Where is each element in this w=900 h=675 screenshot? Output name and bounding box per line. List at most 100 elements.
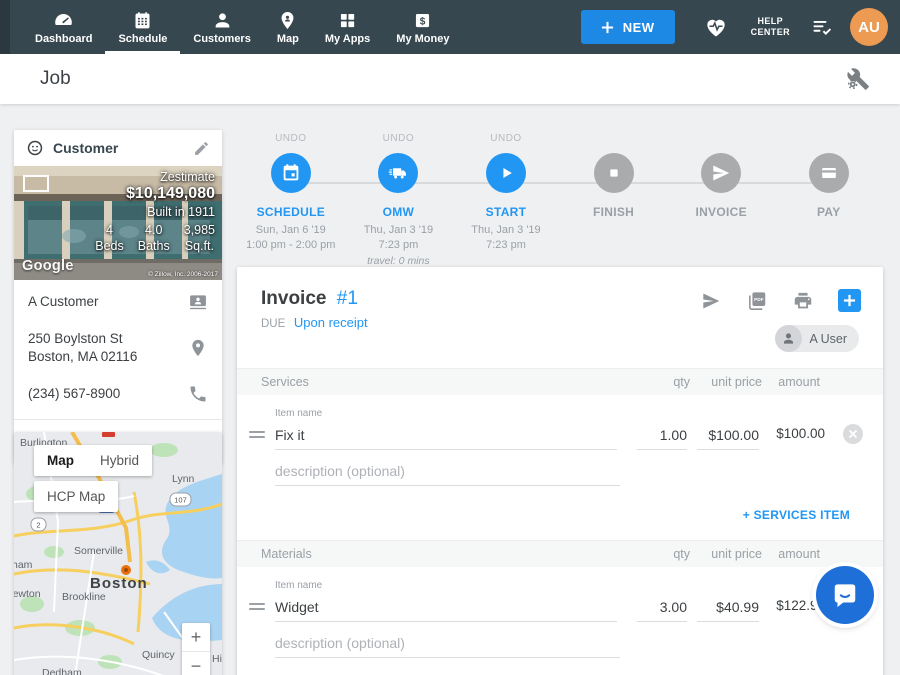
- dashboard-icon: [53, 10, 74, 31]
- hybrid-view-button[interactable]: Hybrid: [87, 445, 152, 476]
- phone-icon[interactable]: [188, 384, 208, 404]
- credit-card-icon: [818, 162, 840, 184]
- address-line1: 250 Boylston St: [28, 331, 123, 346]
- send-icon: [710, 162, 732, 184]
- omw-date: Thu, Jan 3 '19: [364, 224, 433, 236]
- drag-handle-icon[interactable]: [249, 603, 265, 610]
- help-center-link[interactable]: HELP CENTER: [751, 16, 790, 39]
- nav-label-customers: Customers: [193, 33, 250, 45]
- property-photo[interactable]: Zestimate $10,149,080 Built in 1911 4Bed…: [14, 166, 222, 280]
- print-icon[interactable]: [792, 290, 814, 312]
- finish-step-label: FINISH: [593, 205, 634, 219]
- new-button[interactable]: NEW: [581, 10, 675, 44]
- map-type-toggle: Map Hybrid: [34, 445, 152, 476]
- due-value-link[interactable]: Upon receipt: [294, 315, 368, 330]
- plus-icon: [601, 21, 614, 34]
- map-label-newton: Newton: [14, 588, 41, 600]
- zoom-in-button[interactable]: +: [182, 623, 210, 651]
- address-line2: Boston, MA 02116: [28, 349, 137, 364]
- material-qty-input[interactable]: [637, 596, 687, 622]
- edit-customer-icon[interactable]: [193, 140, 210, 157]
- timeline-step-finish: FINISH: [560, 133, 668, 267]
- money-icon: $: [412, 10, 433, 31]
- nav-item-my-money[interactable]: $ My Money: [383, 0, 462, 54]
- page-title: Job: [40, 68, 71, 90]
- undo-omw-button[interactable]: UNDO: [383, 133, 414, 145]
- hcp-map-button[interactable]: HCP Map: [34, 481, 118, 512]
- finish-step-button[interactable]: [594, 153, 634, 193]
- service-name-input[interactable]: [275, 424, 617, 450]
- contact-card-icon[interactable]: [188, 292, 208, 312]
- customer-phone-row: (234) 567-8900: [14, 375, 222, 417]
- assigned-user-chip[interactable]: A User: [775, 325, 859, 352]
- nav-label-schedule: Schedule: [118, 33, 167, 45]
- service-unit-price-input[interactable]: [697, 424, 759, 450]
- service-qty-input[interactable]: [637, 424, 687, 450]
- photo-frame-icon: [23, 175, 49, 192]
- customer-name-row: A Customer: [14, 280, 222, 321]
- timeline-step-start: UNDO START Thu, Jan 3 '197:23 pm: [452, 133, 560, 267]
- add-invoice-item-button[interactable]: [838, 289, 861, 312]
- add-services-row: + SERVICES ITEM: [237, 486, 883, 540]
- plus-icon: [843, 294, 856, 307]
- schedule-step-button[interactable]: [271, 153, 311, 193]
- material-description-input[interactable]: [275, 632, 620, 658]
- chat-widget-button[interactable]: [816, 566, 874, 624]
- service-amount: $100.00: [767, 426, 825, 441]
- materials-section-header: Materials qty unit price amount: [237, 540, 883, 567]
- nav-item-customers[interactable]: Customers: [180, 0, 263, 54]
- service-description-input[interactable]: [275, 460, 620, 486]
- map-view-button[interactable]: Map: [34, 445, 87, 476]
- amount-column-header: amount: [762, 547, 820, 561]
- nav-label-my-apps: My Apps: [325, 33, 370, 45]
- map-label-boston: Boston: [90, 575, 148, 592]
- chat-bubble-icon: [830, 580, 860, 610]
- material-unit-price-input[interactable]: [697, 596, 759, 622]
- undo-schedule-button[interactable]: UNDO: [275, 133, 306, 145]
- route-107-shield: 107: [174, 496, 187, 505]
- map-label-dedham: Dedham: [42, 667, 82, 675]
- invoice-actions: PDF: [700, 289, 861, 312]
- invoice-step-button[interactable]: [701, 153, 741, 193]
- assigned-user-name: A User: [809, 332, 847, 346]
- invoice-header: Invoice #1 DUE Upon receipt PDF: [237, 267, 883, 368]
- amount-column-header: amount: [762, 375, 820, 389]
- health-heart-icon[interactable]: [703, 14, 729, 40]
- add-services-item-link[interactable]: + SERVICES ITEM: [743, 508, 850, 522]
- nav-label-my-money: My Money: [396, 33, 449, 45]
- nav-item-dashboard[interactable]: Dashboard: [22, 0, 105, 54]
- start-step-button[interactable]: [486, 153, 526, 193]
- drag-handle-icon[interactable]: [249, 431, 265, 438]
- checklist-icon[interactable]: [810, 15, 834, 39]
- user-avatar[interactable]: AU: [850, 8, 888, 46]
- zoom-out-button[interactable]: −: [182, 652, 210, 675]
- omw-step-button[interactable]: [378, 153, 418, 193]
- service-description-row: [237, 450, 883, 486]
- location-pin-icon[interactable]: [188, 338, 208, 358]
- nav-label-dashboard: Dashboard: [35, 33, 92, 45]
- nav-item-map[interactable]: Map: [264, 0, 312, 54]
- materials-section-title: Materials: [261, 547, 630, 561]
- app-screen: Dashboard Schedule Customers Map My Apps…: [0, 0, 900, 675]
- job-tools-icon[interactable]: [846, 67, 870, 91]
- schedule-date: Sun, Jan 6 '19: [256, 224, 326, 236]
- pdf-icon[interactable]: PDF: [746, 290, 768, 312]
- nav-label-map: Map: [277, 33, 299, 45]
- remove-service-item-button[interactable]: [843, 424, 863, 444]
- service-item-row: Item name $100.00: [237, 395, 883, 450]
- invoice-number[interactable]: #1: [337, 288, 358, 309]
- undo-start-button[interactable]: UNDO: [490, 133, 521, 145]
- omw-time: 7:23 pm: [379, 239, 419, 251]
- send-invoice-icon[interactable]: [700, 290, 722, 312]
- nav-right-cluster: NEW HELP CENTER AU: [581, 8, 900, 46]
- pay-step-button[interactable]: [809, 153, 849, 193]
- customer-name: A Customer: [28, 293, 188, 311]
- timeline-step-schedule: UNDO SCHEDULE Sun, Jan 6 '191:00 pm - 2:…: [237, 133, 345, 267]
- map-card: 107 2 93 Burlington Lynn Somerville ham …: [14, 432, 222, 675]
- nav-item-my-apps[interactable]: My Apps: [312, 0, 383, 54]
- schedule-step-label: SCHEDULE: [257, 205, 325, 219]
- nav-item-schedule[interactable]: Schedule: [105, 0, 180, 54]
- google-logo: Google: [22, 258, 74, 274]
- material-name-input[interactable]: [275, 596, 617, 622]
- property-stats: 4Beds 4.0Baths 3,985Sq.ft.: [95, 222, 215, 255]
